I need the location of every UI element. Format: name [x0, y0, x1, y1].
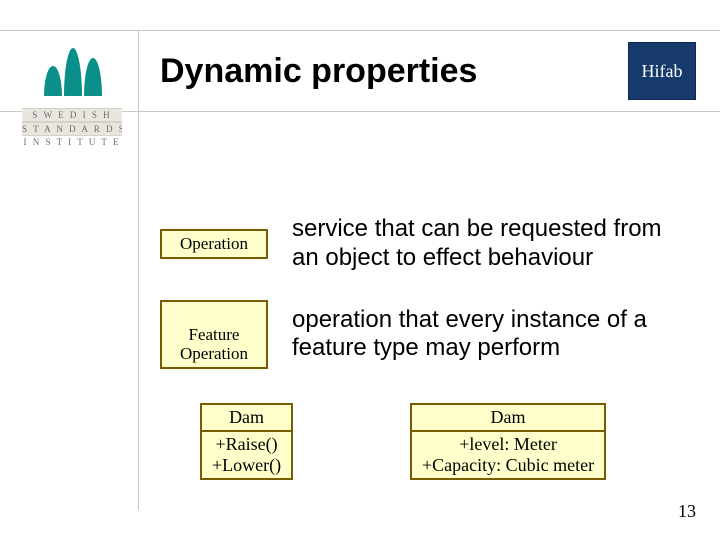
- class-box-dam-operations: Dam +Raise() +Lower(): [200, 403, 293, 480]
- page-number: 13: [678, 501, 696, 522]
- term-box-feature-operation: Feature Operation: [160, 300, 268, 369]
- definition-text-feature-operation: operation that every instance of a featu…: [292, 306, 690, 364]
- class-name: Dam: [200, 403, 293, 432]
- definition-row-operation: Operation service that can be requested …: [160, 215, 690, 273]
- hifab-logo: Hifab: [628, 42, 696, 100]
- slide: S W E D I S H S T A N D A R D S I N S T …: [0, 0, 720, 540]
- ssi-text-line-1: S W E D I S H: [22, 108, 122, 122]
- ssi-mark-icon: [36, 38, 108, 102]
- term-label: Operation: [180, 234, 248, 253]
- class-member: +level: Meter: [422, 434, 594, 455]
- ssi-text-line-3: I N S T I T U T E: [22, 136, 122, 148]
- page-title: Dynamic properties: [160, 52, 477, 91]
- class-member: +Raise(): [212, 434, 281, 455]
- ssi-text-line-2: S T A N D A R D S: [22, 122, 122, 136]
- definition-row-feature-operation: Feature Operation operation that every i…: [160, 300, 690, 369]
- definition-text-operation: service that can be requested from an ob…: [292, 215, 690, 273]
- class-body: +level: Meter +Capacity: Cubic meter: [410, 432, 606, 480]
- class-body: +Raise() +Lower(): [200, 432, 293, 480]
- class-name: Dam: [410, 403, 606, 432]
- class-member: +Capacity: Cubic meter: [422, 455, 594, 476]
- vertical-divider: [138, 30, 139, 510]
- term-box-operation: Operation: [160, 229, 268, 259]
- hifab-logo-text: Hifab: [642, 61, 683, 81]
- swedish-standards-institute-logo: S W E D I S H S T A N D A R D S I N S T …: [22, 38, 122, 148]
- class-member: +Lower(): [212, 455, 281, 476]
- class-box-dam-attributes: Dam +level: Meter +Capacity: Cubic meter: [410, 403, 606, 480]
- term-label: Feature Operation: [180, 325, 248, 364]
